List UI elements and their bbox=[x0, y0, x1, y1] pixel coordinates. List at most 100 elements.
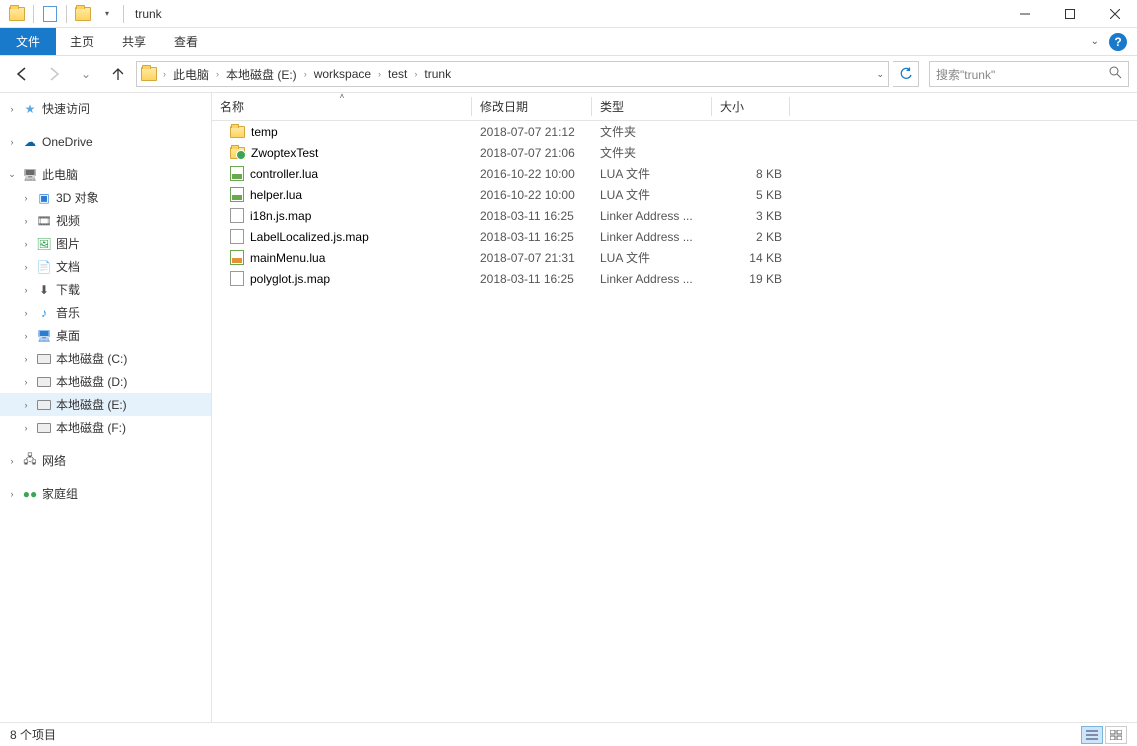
forward-button[interactable] bbox=[40, 60, 68, 88]
sidebar-item[interactable]: ›🖼图片 bbox=[0, 232, 211, 255]
sidebar-item[interactable]: ›本地磁盘 (C:) bbox=[0, 347, 211, 370]
expander-icon[interactable]: › bbox=[20, 262, 32, 272]
expander-icon[interactable]: › bbox=[20, 331, 32, 341]
search-input[interactable]: 搜索"trunk" bbox=[929, 61, 1129, 87]
file-row[interactable]: mainMenu.lua2018-07-07 21:31LUA 文件14 KB bbox=[212, 247, 1137, 268]
sidebar-item-onedrive[interactable]: › ☁ OneDrive bbox=[0, 130, 211, 153]
sidebar-item[interactable]: ›♪音乐 bbox=[0, 301, 211, 324]
sidebar-item[interactable]: ›本地磁盘 (D:) bbox=[0, 370, 211, 393]
qat-dropdown[interactable]: ▾ bbox=[96, 3, 118, 25]
file-list-pane: ˄ 名称 修改日期 类型 大小 temp2018-07-07 21:12文件夹Z… bbox=[212, 93, 1137, 722]
file-list[interactable]: temp2018-07-07 21:12文件夹ZwoptexTest2018-0… bbox=[212, 121, 1137, 722]
up-button[interactable] bbox=[104, 60, 132, 88]
breadcrumb-workspace[interactable]: workspace bbox=[309, 67, 376, 81]
sidebar-item[interactable]: ›▣3D 对象 bbox=[0, 186, 211, 209]
address-dropdown-icon[interactable]: ⌄ bbox=[876, 69, 884, 80]
file-size: 3 KB bbox=[712, 209, 790, 223]
view-details-button[interactable] bbox=[1081, 726, 1103, 744]
sidebar-item[interactable]: ›本地磁盘 (E:) bbox=[0, 393, 211, 416]
qat-folder-icon-2[interactable] bbox=[72, 3, 94, 25]
sidebar-item-network[interactable]: › 🖧 网络 bbox=[0, 449, 211, 472]
help-button[interactable]: ? bbox=[1109, 33, 1127, 51]
column-header-type[interactable]: 类型 bbox=[592, 93, 712, 120]
sidebar-item-this-pc[interactable]: ⌄ 🖥 此电脑 bbox=[0, 163, 211, 186]
lua-file-icon bbox=[230, 250, 244, 265]
file-date: 2016-10-22 10:00 bbox=[472, 188, 592, 202]
expander-icon[interactable]: › bbox=[6, 489, 18, 499]
title-separator bbox=[123, 5, 124, 23]
expander-icon[interactable]: › bbox=[20, 354, 32, 364]
sidebar-item-label: 网络 bbox=[42, 452, 66, 469]
tab-view[interactable]: 查看 bbox=[160, 28, 212, 55]
search-icon bbox=[1109, 66, 1122, 82]
drive-icon bbox=[36, 397, 52, 413]
column-header-label: 大小 bbox=[720, 98, 744, 115]
3d-objects-icon: ▣ bbox=[36, 190, 52, 206]
sidebar-item-label: 此电脑 bbox=[42, 166, 78, 183]
ribbon-expand-icon[interactable]: ⌄ bbox=[1091, 36, 1099, 47]
qat-folder-icon[interactable] bbox=[6, 3, 28, 25]
details-view-icon bbox=[1086, 730, 1098, 740]
expander-icon[interactable]: › bbox=[20, 285, 32, 295]
expander-icon[interactable]: ⌄ bbox=[6, 169, 18, 180]
sidebar-item[interactable]: ›📄文档 bbox=[0, 255, 211, 278]
arrow-up-icon bbox=[110, 66, 126, 82]
maximize-button[interactable] bbox=[1047, 0, 1092, 28]
file-row[interactable]: LabelLocalized.js.map2018-03-11 16:25Lin… bbox=[212, 226, 1137, 247]
expander-icon[interactable]: › bbox=[20, 216, 32, 226]
status-item-count: 8 个项目 bbox=[10, 726, 56, 743]
sidebar-item-label: 文档 bbox=[56, 258, 80, 275]
file-row[interactable]: temp2018-07-07 21:12文件夹 bbox=[212, 121, 1137, 142]
expander-icon[interactable]: › bbox=[20, 308, 32, 318]
breadcrumb-sep: › bbox=[412, 69, 419, 79]
column-header-size[interactable]: 大小 bbox=[712, 93, 790, 120]
file-row[interactable]: i18n.js.map2018-03-11 16:25Linker Addres… bbox=[212, 205, 1137, 226]
sidebar-item-quick-access[interactable]: › ★ 快速访问 bbox=[0, 97, 211, 120]
file-size: 14 KB bbox=[712, 251, 790, 265]
sidebar-item[interactable]: ›⬇下载 bbox=[0, 278, 211, 301]
drive-icon bbox=[36, 374, 52, 390]
title-bar: ▾ trunk bbox=[0, 0, 1137, 28]
address-bar[interactable]: › 此电脑 › 本地磁盘 (E:) › workspace › test › t… bbox=[136, 61, 889, 87]
close-button[interactable] bbox=[1092, 0, 1137, 28]
sidebar-item[interactable]: ›🖥桌面 bbox=[0, 324, 211, 347]
expander-icon[interactable]: › bbox=[20, 239, 32, 249]
map-file-icon bbox=[230, 229, 244, 244]
file-tab[interactable]: 文件 bbox=[0, 28, 56, 55]
file-name: temp bbox=[251, 125, 278, 139]
refresh-button[interactable] bbox=[893, 61, 919, 87]
expander-icon[interactable]: › bbox=[20, 400, 32, 410]
address-folder-icon bbox=[141, 67, 157, 81]
file-name: i18n.js.map bbox=[250, 209, 311, 223]
tab-home[interactable]: 主页 bbox=[56, 28, 108, 55]
column-header-name[interactable]: ˄ 名称 bbox=[212, 93, 472, 120]
minimize-button[interactable] bbox=[1002, 0, 1047, 28]
breadcrumb-trunk[interactable]: trunk bbox=[419, 67, 456, 81]
file-row[interactable]: ZwoptexTest2018-07-07 21:06文件夹 bbox=[212, 142, 1137, 163]
sidebar-item-label: 图片 bbox=[56, 235, 80, 252]
column-header-date[interactable]: 修改日期 bbox=[472, 93, 592, 120]
qat-page-icon[interactable] bbox=[39, 3, 61, 25]
sidebar-item[interactable]: ›🎞视频 bbox=[0, 209, 211, 232]
sidebar-item[interactable]: ›本地磁盘 (F:) bbox=[0, 416, 211, 439]
column-header-label: 类型 bbox=[600, 98, 624, 115]
expander-icon[interactable]: › bbox=[20, 377, 32, 387]
expander-icon[interactable]: › bbox=[6, 104, 18, 114]
file-row[interactable]: helper.lua2016-10-22 10:00LUA 文件5 KB bbox=[212, 184, 1137, 205]
file-row[interactable]: controller.lua2016-10-22 10:00LUA 文件8 KB bbox=[212, 163, 1137, 184]
tab-share[interactable]: 共享 bbox=[108, 28, 160, 55]
history-dropdown[interactable]: ⌄ bbox=[72, 60, 100, 88]
music-icon: ♪ bbox=[36, 305, 52, 321]
expander-icon[interactable]: › bbox=[20, 193, 32, 203]
expander-icon[interactable]: › bbox=[6, 456, 18, 466]
sidebar-item-label: 下载 bbox=[56, 281, 80, 298]
sidebar-item-homegroup[interactable]: › ●● 家庭组 bbox=[0, 482, 211, 505]
breadcrumb-drive-e[interactable]: 本地磁盘 (E:) bbox=[221, 66, 302, 83]
file-row[interactable]: polyglot.js.map2018-03-11 16:25Linker Ad… bbox=[212, 268, 1137, 289]
breadcrumb-test[interactable]: test bbox=[383, 67, 412, 81]
expander-icon[interactable]: › bbox=[6, 137, 18, 147]
breadcrumb-this-pc[interactable]: 此电脑 bbox=[168, 66, 214, 83]
back-button[interactable] bbox=[8, 60, 36, 88]
view-thumbnails-button[interactable] bbox=[1105, 726, 1127, 744]
expander-icon[interactable]: › bbox=[20, 423, 32, 433]
